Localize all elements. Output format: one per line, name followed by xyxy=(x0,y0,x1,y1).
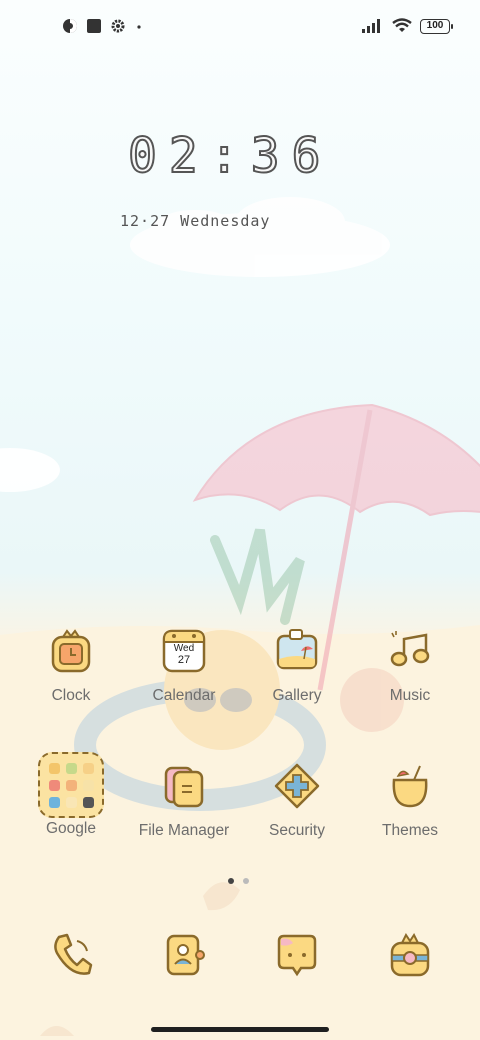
clock-widget-date[interactable]: 12·27 Wednesday xyxy=(120,212,270,230)
app-label: Security xyxy=(269,822,325,839)
settings-gear-icon xyxy=(111,19,125,33)
square-notification-icon xyxy=(87,19,101,33)
clock-icon xyxy=(47,627,95,675)
app-calendar[interactable]: Wed 27 Calendar xyxy=(128,627,240,705)
app-label: File Manager xyxy=(138,822,230,839)
folder-app-icon xyxy=(48,796,60,808)
app-themes[interactable]: Themes xyxy=(354,762,466,840)
dot-icon xyxy=(137,25,141,29)
calendar-icon: Wed 27 xyxy=(160,627,208,675)
dock-messages[interactable] xyxy=(267,925,327,985)
dock-phone[interactable] xyxy=(41,925,101,985)
folder-app-icon xyxy=(82,796,94,808)
dock-camera[interactable] xyxy=(380,925,440,985)
calendar-icon-date: 27 xyxy=(177,654,191,666)
app-label: Music xyxy=(389,687,431,704)
camera-icon xyxy=(390,933,430,977)
data-saver-icon xyxy=(63,19,77,33)
calendar-icon-day: Wed xyxy=(173,643,195,654)
folder-app-icon xyxy=(65,779,77,791)
app-clock[interactable]: Clock xyxy=(15,627,127,705)
messages-icon xyxy=(277,934,317,977)
dock-contacts[interactable] xyxy=(154,925,214,985)
phone-icon xyxy=(54,933,93,975)
app-file-manager[interactable]: File Manager xyxy=(128,762,240,840)
google-folder-icon xyxy=(38,752,104,818)
app-label: Calendar xyxy=(152,687,216,704)
battery-indicator: 100 xyxy=(420,18,453,34)
page-indicator xyxy=(228,878,249,884)
signal-bars-icon xyxy=(362,19,380,33)
page-dot-active[interactable] xyxy=(228,878,234,884)
app-label: Google xyxy=(46,820,96,837)
contacts-icon xyxy=(166,934,205,976)
folder-app-icon xyxy=(82,762,94,774)
folder-app-icon xyxy=(48,779,60,791)
page-dot[interactable] xyxy=(243,878,249,884)
security-icon xyxy=(273,762,321,810)
folder-app-icon xyxy=(65,796,77,808)
folder-app-icon xyxy=(65,762,77,774)
status-bar: 100 xyxy=(0,0,480,56)
app-gallery[interactable]: Gallery xyxy=(241,627,353,705)
folder-app-icon xyxy=(48,762,60,774)
wifi-icon xyxy=(392,18,412,32)
status-right-icons: 100 xyxy=(362,18,453,34)
app-label: Clock xyxy=(51,687,91,704)
app-label: Gallery xyxy=(272,687,322,704)
app-label: Themes xyxy=(382,822,438,839)
clock-widget-time[interactable]: 02:36 xyxy=(127,127,358,188)
app-google-folder[interactable]: Google xyxy=(15,752,127,838)
gallery-icon xyxy=(273,627,321,675)
status-left-icons xyxy=(62,18,144,34)
themes-icon xyxy=(386,762,434,810)
app-music[interactable]: Music xyxy=(354,627,466,705)
home-gesture-bar[interactable] xyxy=(151,1027,329,1032)
file-manager-icon xyxy=(160,762,208,810)
music-icon xyxy=(386,627,434,675)
folder-app-icon xyxy=(82,779,94,791)
app-security[interactable]: Security xyxy=(241,762,353,840)
